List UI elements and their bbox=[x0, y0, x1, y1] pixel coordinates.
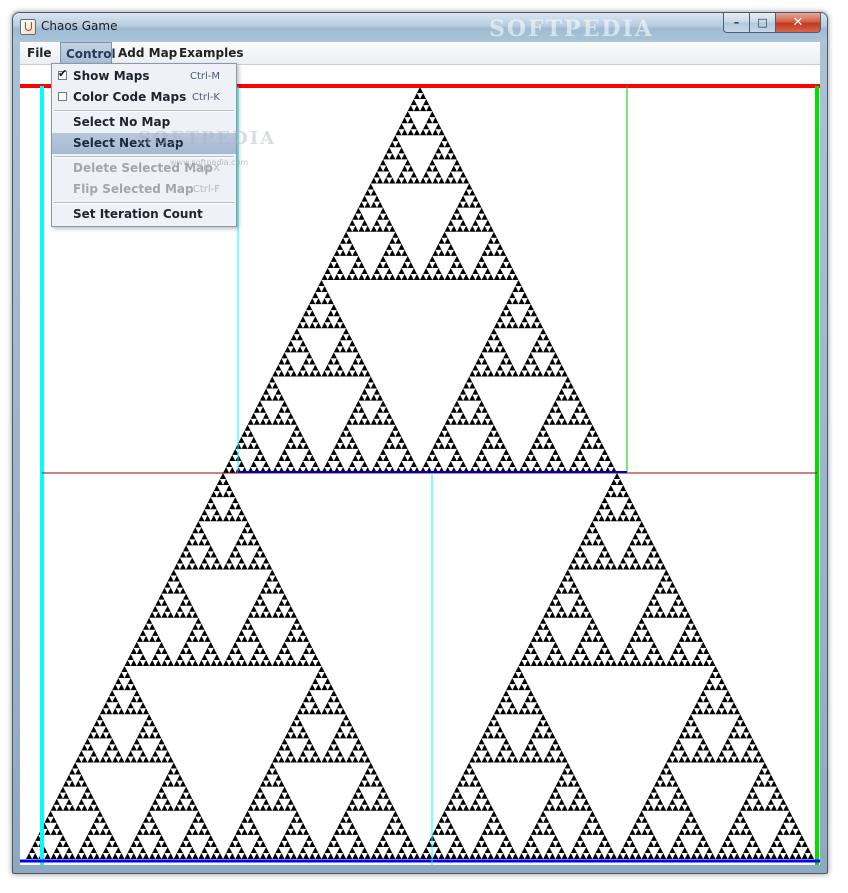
menu-item-show-maps[interactable]: ✔ Show Maps Ctrl-M bbox=[52, 66, 236, 87]
softpedia-overlay-url: www.softpedia.com bbox=[170, 158, 249, 167]
color-code-maps-checkbox[interactable] bbox=[58, 92, 67, 101]
menu-item-color-code-maps[interactable]: Color Code Maps Ctrl-K bbox=[52, 87, 236, 108]
softpedia-watermark: SOFTPEDIA bbox=[489, 16, 654, 42]
menu-bar: File Control Add Map Examples bbox=[20, 42, 820, 65]
maximize-button[interactable]: □ bbox=[750, 13, 776, 33]
checkmark-icon: ✔ bbox=[58, 67, 68, 80]
flip-selected-map-label: Flip Selected Map bbox=[73, 182, 194, 196]
close-button[interactable]: ✕ bbox=[776, 13, 821, 33]
menu-examples[interactable]: Examples bbox=[174, 42, 249, 64]
show-maps-label: Show Maps bbox=[73, 69, 150, 83]
minimize-button[interactable]: – bbox=[723, 13, 750, 33]
window-title: Chaos Game bbox=[41, 19, 118, 33]
java-app-icon bbox=[20, 19, 36, 35]
control-dropdown-menu: ✔ Show Maps Ctrl-M Color Code Maps Ctrl-… bbox=[51, 63, 274, 227]
flip-selected-map-accel: Ctrl-F bbox=[192, 184, 220, 195]
show-maps-checkbox[interactable]: ✔ bbox=[58, 67, 68, 80]
menu-control[interactable]: Control bbox=[60, 42, 116, 64]
softpedia-overlay-watermark: SOFTPEDIA bbox=[138, 128, 277, 149]
title-bar[interactable]: Chaos Game SOFTPEDIA – □ ✕ bbox=[13, 13, 827, 42]
menu-item-flip-selected-map[interactable]: Flip Selected Map Ctrl-F bbox=[52, 179, 236, 200]
menu-file[interactable]: File bbox=[22, 42, 57, 64]
set-iteration-count-label: Set Iteration Count bbox=[73, 207, 203, 221]
color-code-maps-accel: Ctrl-K bbox=[192, 92, 220, 103]
show-maps-accel: Ctrl-M bbox=[189, 71, 220, 82]
menu-item-set-iteration-count[interactable]: Set Iteration Count bbox=[52, 204, 236, 225]
select-no-map-label: Select No Map bbox=[73, 115, 171, 129]
menu-add-map[interactable]: Add Map bbox=[113, 42, 182, 64]
caption-buttons: – □ ✕ bbox=[723, 13, 821, 33]
color-code-maps-label: Color Code Maps bbox=[73, 90, 187, 104]
